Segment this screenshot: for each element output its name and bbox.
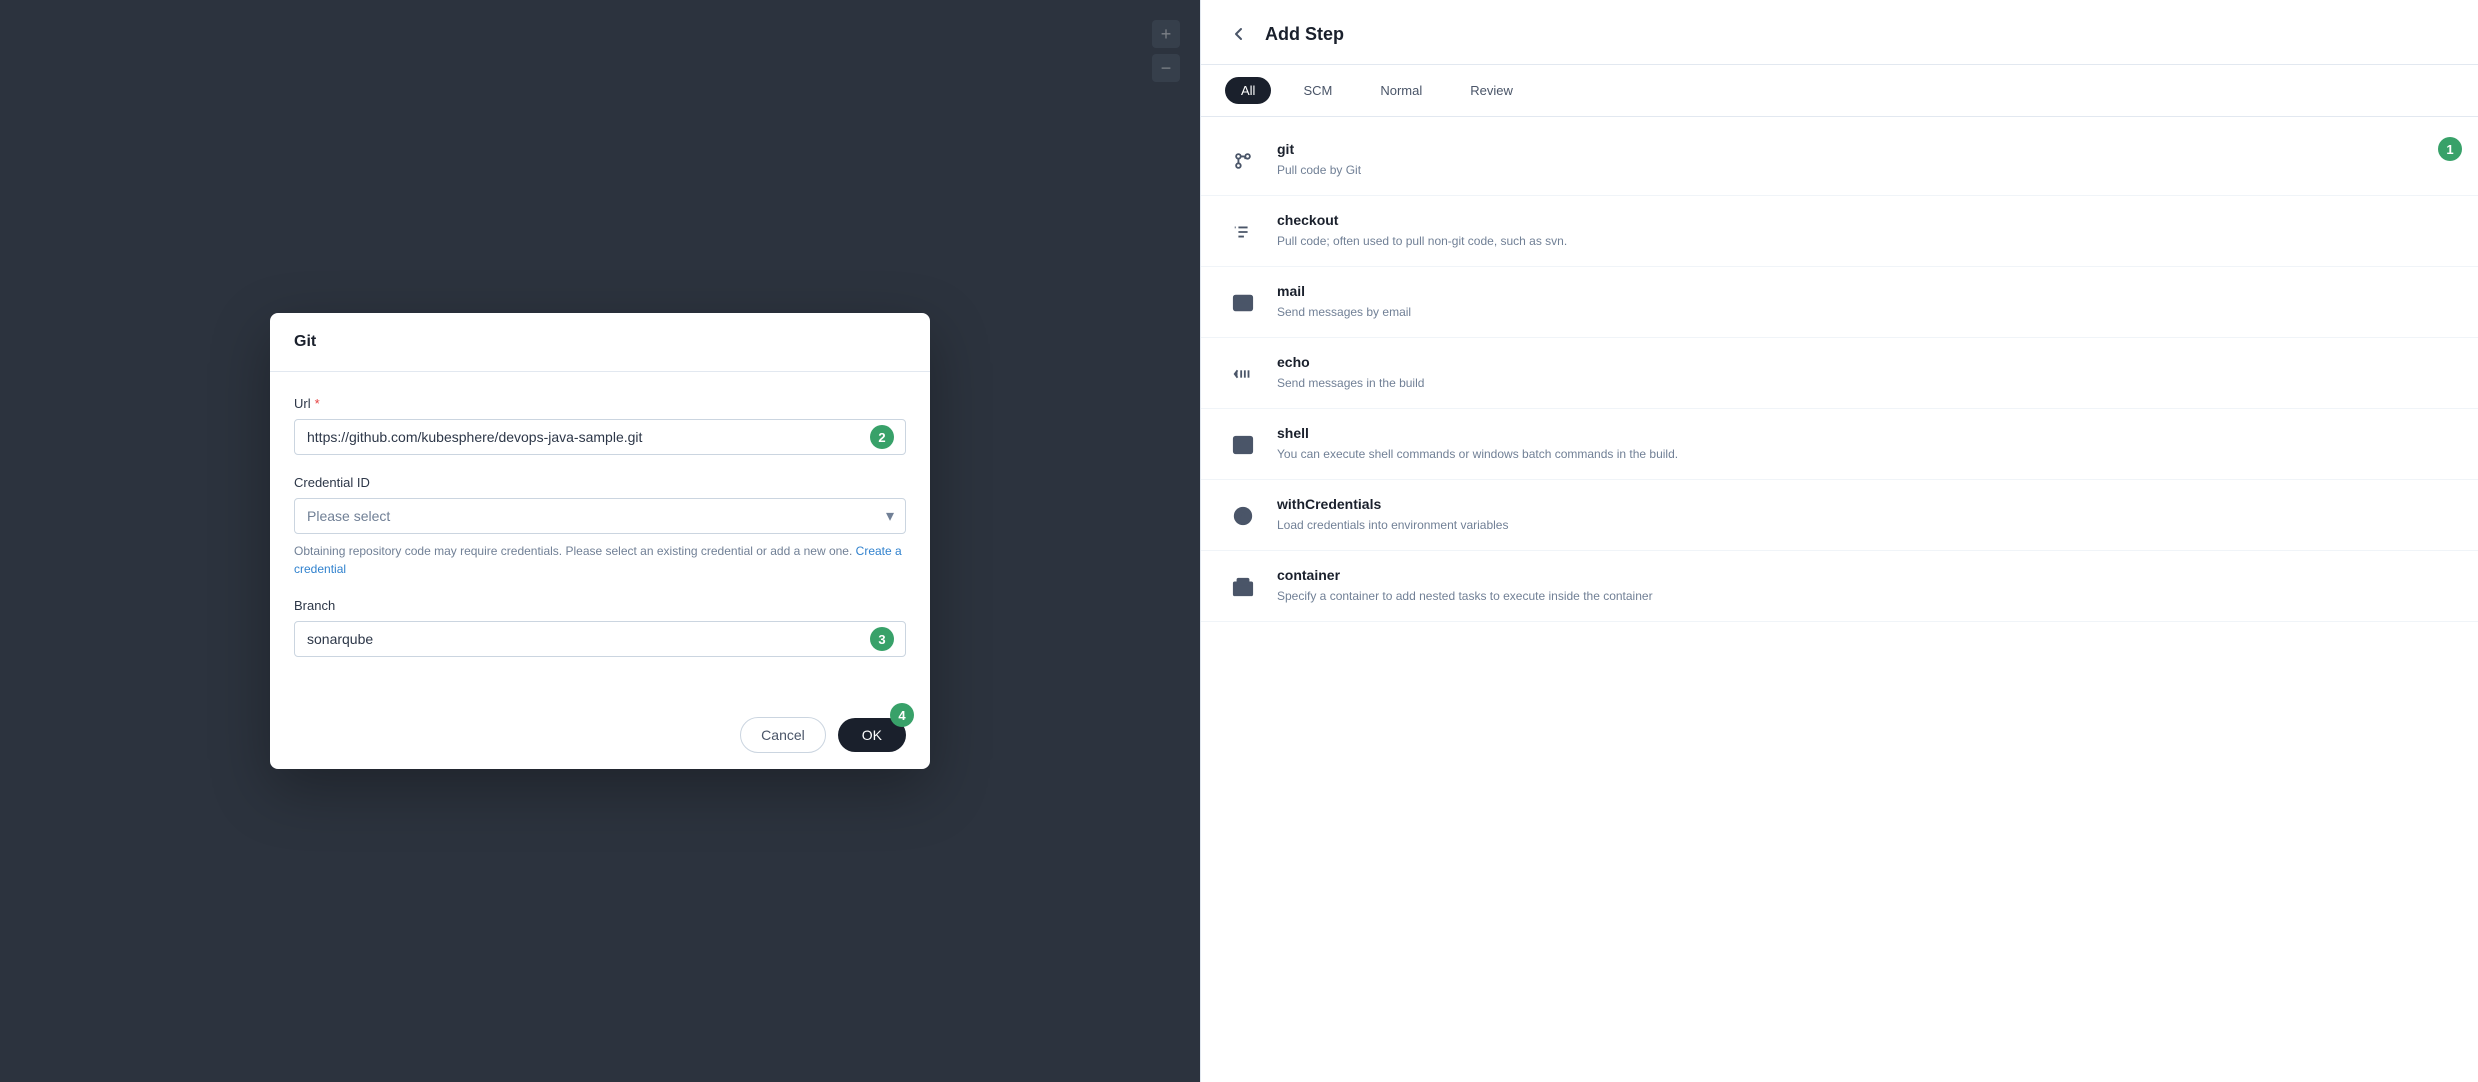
branch-input[interactable] (294, 621, 906, 657)
echo-icon (1225, 356, 1261, 392)
step-name-checkout: checkout (1277, 212, 2454, 228)
step-name-container: container (1277, 567, 2454, 583)
modal-title: Git (294, 333, 906, 351)
credential-select-wrapper: Please select ▾ (294, 498, 906, 534)
sidebar-header: Add Step (1201, 0, 2478, 65)
step-desc-checkout: Pull code; often used to pull non-git co… (1277, 232, 2454, 250)
ok-step-badge: 4 (890, 703, 914, 727)
url-step-badge: 2 (870, 425, 894, 449)
tab-scm[interactable]: SCM (1287, 77, 1348, 104)
branch-field-group: Branch 3 (294, 598, 906, 657)
step-info-checkout: checkout Pull code; often used to pull n… (1277, 212, 2454, 250)
url-field-group: Url * 2 (294, 396, 906, 455)
step-desc-container: Specify a container to add nested tasks … (1277, 587, 2454, 605)
step-name-shell: shell (1277, 425, 2454, 441)
sidebar-title: Add Step (1265, 24, 1344, 45)
right-sidebar: Add Step All SCM Normal Review git Pull … (1200, 0, 2478, 1082)
cancel-button[interactable]: Cancel (740, 717, 826, 753)
modal-body: Url * 2 Credential ID Please select ▾ (270, 372, 930, 701)
git-icon (1225, 143, 1261, 179)
step-item-container[interactable]: container Specify a container to add nes… (1201, 551, 2478, 622)
tab-normal[interactable]: Normal (1364, 77, 1438, 104)
step-desc-withcredentials: Load credentials into environment variab… (1277, 516, 2454, 534)
required-star: * (315, 396, 320, 411)
step-info-git: git Pull code by Git (1277, 141, 2454, 179)
step-item-mail[interactable]: mail Send messages by email (1201, 267, 2478, 338)
modal-overlay: Git Url * 2 Credential ID Please sele (0, 0, 1200, 1082)
step-info-mail: mail Send messages by email (1277, 283, 2454, 321)
step-desc-git: Pull code by Git (1277, 161, 2454, 179)
modal-footer: Cancel 4 OK (270, 701, 930, 769)
step-info-echo: echo Send messages in the build (1277, 354, 2454, 392)
modal-header: Git (270, 313, 930, 372)
checkout-icon (1225, 214, 1261, 250)
credential-helper-text: Obtaining repository code may require cr… (294, 542, 906, 578)
step-badge-git: 1 (2438, 137, 2462, 161)
url-input-wrapper: 2 (294, 419, 906, 455)
url-input[interactable] (294, 419, 906, 455)
tab-all[interactable]: All (1225, 77, 1271, 104)
step-info-withcredentials: withCredentials Load credentials into en… (1277, 496, 2454, 534)
tab-review[interactable]: Review (1454, 77, 1529, 104)
branch-step-badge: 3 (870, 627, 894, 651)
step-desc-mail: Send messages by email (1277, 303, 2454, 321)
credential-field-group: Credential ID Please select ▾ Obtaining … (294, 475, 906, 578)
container-icon (1225, 569, 1261, 605)
step-item-checkout[interactable]: checkout Pull code; often used to pull n… (1201, 196, 2478, 267)
credential-label: Credential ID (294, 475, 906, 490)
step-name-withcredentials: withCredentials (1277, 496, 2454, 512)
branch-label: Branch (294, 598, 906, 613)
step-item-echo[interactable]: echo Send messages in the build (1201, 338, 2478, 409)
branch-input-wrapper: 3 (294, 621, 906, 657)
step-item-shell[interactable]: shell You can execute shell commands or … (1201, 409, 2478, 480)
shell-icon (1225, 427, 1261, 463)
back-button[interactable] (1225, 20, 1253, 48)
step-info-shell: shell You can execute shell commands or … (1277, 425, 2454, 463)
credential-select[interactable]: Please select (294, 498, 906, 534)
step-desc-echo: Send messages in the build (1277, 374, 2454, 392)
step-name-echo: echo (1277, 354, 2454, 370)
step-info-container: container Specify a container to add nes… (1277, 567, 2454, 605)
git-modal: Git Url * 2 Credential ID Please sele (270, 313, 930, 769)
filter-tabs: All SCM Normal Review (1201, 65, 2478, 117)
step-list: git Pull code by Git 1 checkout Pull cod… (1201, 117, 2478, 1082)
step-desc-shell: You can execute shell commands or window… (1277, 445, 2454, 463)
url-label: Url * (294, 396, 906, 411)
step-name-mail: mail (1277, 283, 2454, 299)
step-item-withcredentials[interactable]: withCredentials Load credentials into en… (1201, 480, 2478, 551)
step-item-git[interactable]: git Pull code by Git 1 (1201, 125, 2478, 196)
credentials-icon (1225, 498, 1261, 534)
mail-icon (1225, 285, 1261, 321)
step-name-git: git (1277, 141, 2454, 157)
